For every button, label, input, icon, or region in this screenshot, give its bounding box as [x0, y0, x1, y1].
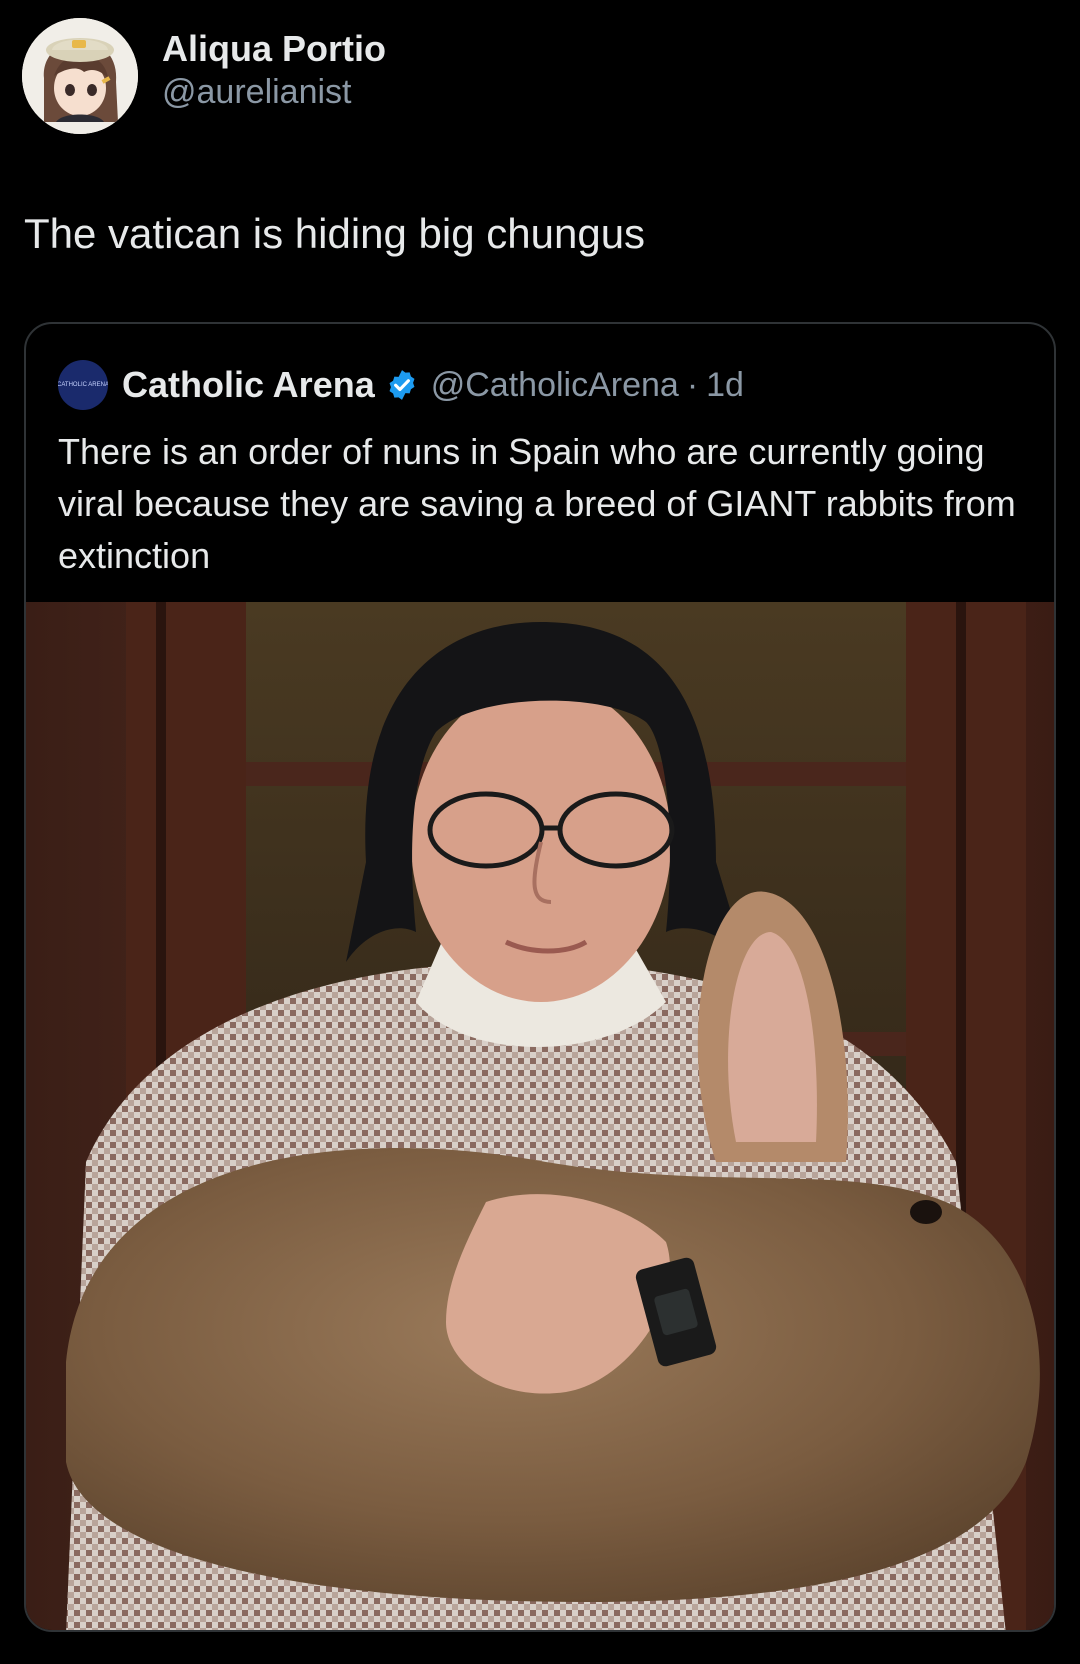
quoted-author-avatar[interactable]: CATHOLIC ARENA: [58, 360, 108, 410]
quoted-tweet-text: There is an order of nuns in Spain who a…: [58, 431, 1016, 576]
quoted-author-display-name[interactable]: Catholic Arena: [122, 364, 375, 406]
tweet-author[interactable]: Aliqua Portio @aurelianist: [22, 18, 386, 134]
quoted-tweet-photo[interactable]: [26, 602, 1054, 1630]
quoted-author-handle[interactable]: @CatholicArena: [431, 366, 679, 405]
verified-badge-icon: [385, 368, 419, 402]
quoted-tweet-timestamp[interactable]: 1d: [706, 366, 744, 405]
quoted-tweet[interactable]: CATHOLIC ARENA Catholic Arena @CatholicA…: [24, 322, 1056, 1632]
author-handle[interactable]: @aurelianist: [162, 71, 386, 113]
separator-dot: ·: [686, 365, 699, 404]
tweet-text: The vatican is hiding big chungus: [24, 210, 646, 257]
author-display-name[interactable]: Aliqua Portio: [162, 27, 386, 71]
author-avatar[interactable]: [22, 18, 138, 134]
tweet-card: Aliqua Portio @aurelianist The vatican i…: [0, 0, 1080, 1664]
quoted-tweet-header: CATHOLIC ARENA Catholic Arena @CatholicA…: [58, 360, 744, 410]
author-names: Aliqua Portio @aurelianist: [162, 27, 386, 113]
